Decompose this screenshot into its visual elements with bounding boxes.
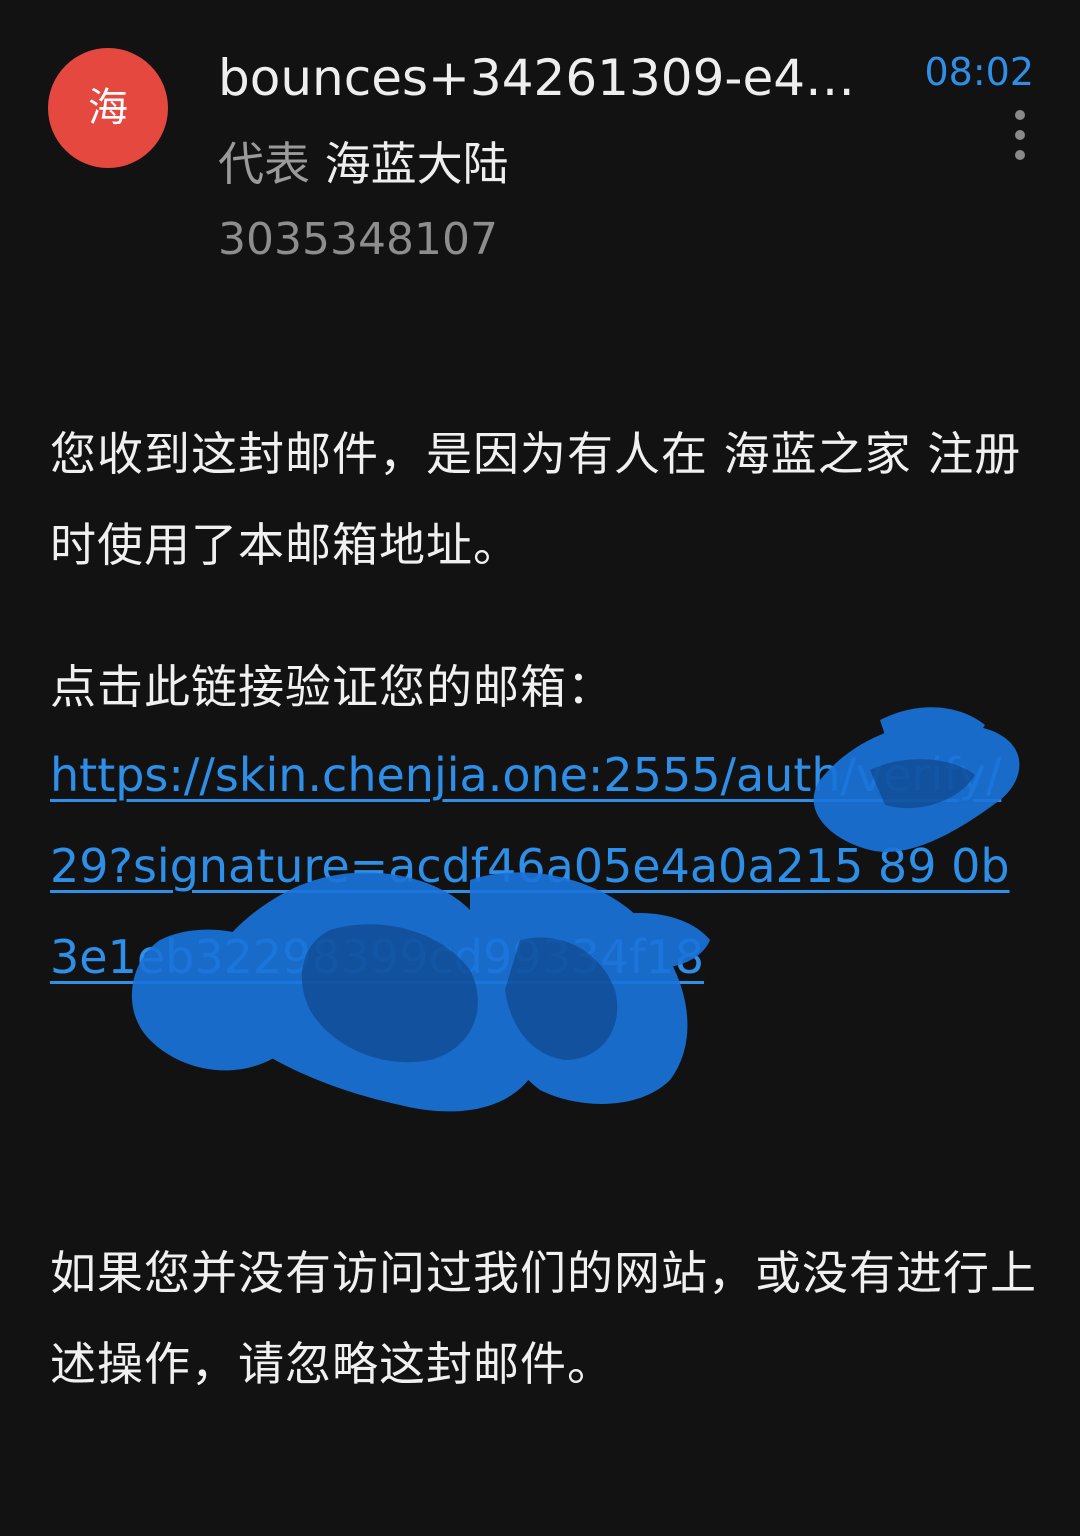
message-paragraph-1: 您收到这封邮件，是因为有人在 海蓝之家 注册时使用了本邮箱地址。 xyxy=(50,427,1022,572)
verify-email-link[interactable]: https://skin.chenjia.one:2555/auth/verif… xyxy=(50,730,1025,1003)
on-behalf-name: 海蓝大陆 xyxy=(324,137,509,191)
message-paragraph-3: 如果您并没有访问过我们的网站，或没有进行上述操作，请忽略这封邮件。 xyxy=(50,1246,1037,1391)
email-header: 海 bounces+34261309-e4… 08:02 代表 海蓝大陆 303… xyxy=(0,0,1080,300)
more-options-icon[interactable] xyxy=(1005,110,1035,164)
on-behalf-line: 代表 海蓝大陆 xyxy=(218,132,509,196)
sender-address[interactable]: bounces+34261309-e4… xyxy=(218,46,890,110)
sender-avatar[interactable]: 海 xyxy=(48,48,168,168)
received-time: 08:02 xyxy=(924,50,1034,94)
on-behalf-prefix: 代表 xyxy=(218,137,310,191)
message-paragraph-2: 点击此链接验证您的邮箱： xyxy=(50,660,614,714)
sender-number: 3035348107 xyxy=(218,214,498,265)
